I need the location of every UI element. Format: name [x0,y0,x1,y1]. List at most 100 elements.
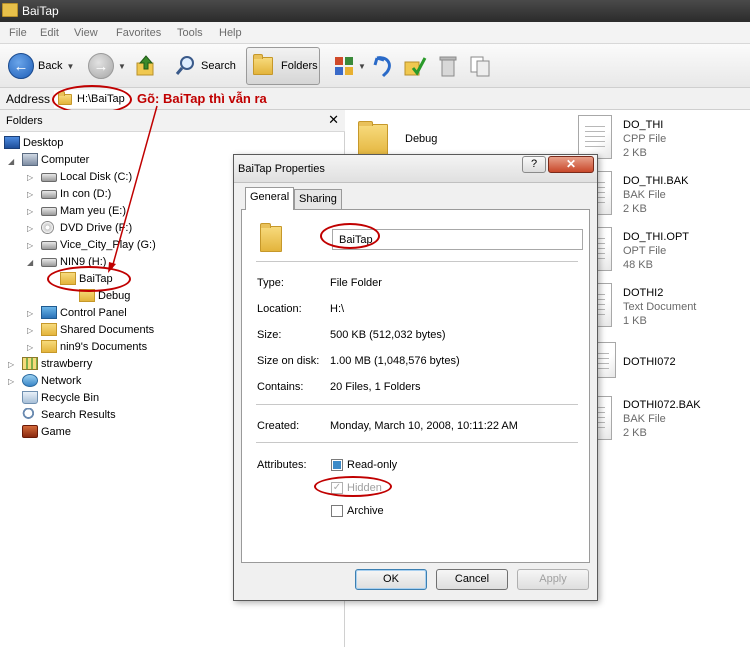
tree-item-search-results[interactable]: Search Results [22,406,116,423]
menu-edit[interactable]: Edit [40,27,59,39]
copy-to-icon[interactable] [468,54,492,78]
expand-triangle-icon[interactable]: ▷ [27,224,33,233]
dialog-title: BaiTap Properties [238,163,325,175]
file-size: 2 KB [623,427,647,439]
close-button[interactable]: ✕ [548,156,594,173]
tree-item-computer[interactable]: Computer [22,151,89,168]
tree-item-desktop[interactable]: Desktop [4,134,63,151]
file-size: 2 KB [623,203,647,215]
created-value: Monday, March 10, 2008, 10:11:22 AM [330,420,518,432]
archive-label: Archive [347,505,384,517]
file-item-do-thi[interactable] [578,115,612,159]
tree-item-vice-city-play-g[interactable]: Vice_City_Play (G:) [41,236,156,253]
size-value: 500 KB (512,032 bytes) [330,329,446,341]
collapse-triangle-icon[interactable]: ◢ [8,157,14,166]
expand-triangle-icon[interactable]: ▷ [8,377,14,386]
tree-item-recycle-bin[interactable]: Recycle Bin [22,389,99,406]
file-name: DO_THI.BAK [623,175,689,187]
dialog-title-bar: BaiTap Properties ? ✕ [234,155,597,183]
tree-item-shared-documents[interactable]: Shared Documents [41,321,154,338]
tree-item-label: strawberry [41,357,93,370]
desktop-icon [4,136,20,149]
tree-item-local-disk-c[interactable]: Local Disk (C:) [41,168,132,185]
forward-button[interactable]: → ▼ [88,49,126,83]
window-title-bar: BaiTap [0,0,750,22]
collapse-triangle-icon[interactable]: ◢ [27,258,33,267]
tree-item-label: Computer [41,153,90,166]
delete-icon[interactable] [436,54,460,78]
file-type: BAK File [623,413,666,425]
tree-item-network[interactable]: Network [22,372,81,389]
tree-item-nin9s-documents[interactable]: nin9's Documents [41,338,147,355]
menu-tools[interactable]: Tools [177,27,203,39]
menu-bar: File Edit View Favorites Tools Help [0,22,750,44]
tree-item-label: Shared Documents [60,323,155,336]
tree-item-label: Recycle Bin [41,391,100,404]
tab-general[interactable]: General [245,187,295,210]
expand-triangle-icon[interactable]: ▷ [27,343,33,352]
ok-button[interactable]: OK [355,569,427,590]
drive-icon [41,207,57,216]
folders-button[interactable]: Folders [246,47,320,85]
expand-triangle-icon[interactable]: ▷ [27,241,33,250]
tab-sharing[interactable]: Sharing [294,189,342,209]
tree-item-label: Game [41,425,71,438]
menu-favorites[interactable]: Favorites [116,27,161,39]
tree-item-label: DVD Drive (F:) [60,221,133,234]
file-type: Text Document [623,301,697,313]
tree-item-in-con-d[interactable]: In con (D:) [41,185,111,202]
move-to-icon[interactable] [403,54,427,78]
tree-item-mam-yeu-e[interactable]: Mam yeu (E:) [41,202,126,219]
size-on-disk-label: Size on disk: [257,355,320,367]
expand-triangle-icon[interactable]: ▷ [27,326,33,335]
contains-value: 20 Files, 1 Folders [330,381,421,393]
archive-checkbox[interactable] [331,505,343,517]
expand-triangle-icon[interactable]: ▷ [27,190,33,199]
read-only-checkbox[interactable] [331,459,343,471]
file-type: OPT File [623,245,667,257]
tree-item-label: Search Results [41,408,116,421]
back-button[interactable]: ← Back ▼ [8,49,74,83]
apply-button[interactable]: Apply [517,569,589,590]
file-size: 48 KB [623,259,653,271]
search-icon [22,408,38,421]
type-value: File Folder [330,277,382,289]
folder-icon [253,54,273,75]
expand-triangle-icon[interactable]: ▷ [27,173,33,182]
menu-file[interactable]: File [9,27,27,39]
tree-item-label: Network [41,374,82,387]
chevron-down-icon: ▼ [66,61,75,71]
menu-view[interactable]: View [74,27,98,39]
chevron-down-icon[interactable]: ▼ [358,62,366,71]
size-label: Size: [257,329,282,341]
tree-item-dvd-drive-f[interactable]: DVD Drive (F:) [41,219,132,236]
drive-icon [41,190,57,199]
tree-item-label: Local Disk (C:) [60,170,133,183]
close-icon[interactable]: ✕ [328,112,339,128]
file-name: DO_THI [623,119,664,131]
tree-item-strawberry[interactable]: strawberry [22,355,92,372]
help-button[interactable]: ? [522,156,546,173]
location-label: Location: [257,303,302,315]
folder-icon [41,340,57,353]
separator [256,404,578,405]
views-icon[interactable] [333,54,357,78]
tree-item-label: In con (D:) [60,187,112,200]
general-tab-panel: Type: File Folder Location: H:\ Size: 50… [241,209,590,563]
expand-triangle-icon[interactable]: ▷ [27,309,33,318]
file-name: DOTHI072 [623,356,676,368]
tree-item-game[interactable]: Game [22,423,71,440]
expand-triangle-icon[interactable]: ▷ [27,207,33,216]
cancel-button[interactable]: Cancel [436,569,508,590]
up-folder-icon[interactable] [134,54,158,78]
menu-help[interactable]: Help [219,27,242,39]
undo-icon[interactable] [371,54,395,78]
tree-item-control-panel[interactable]: Control Panel [41,304,127,321]
address-label: Address [6,92,51,106]
user-folder-icon [22,357,38,370]
expand-triangle-icon[interactable]: ▷ [8,360,14,369]
annotation-text: Gõ: BaiTap thì vẫn ra [137,91,267,106]
search-button[interactable]: Search [175,49,236,83]
folder-icon [41,323,57,336]
dvd-icon [41,221,54,234]
